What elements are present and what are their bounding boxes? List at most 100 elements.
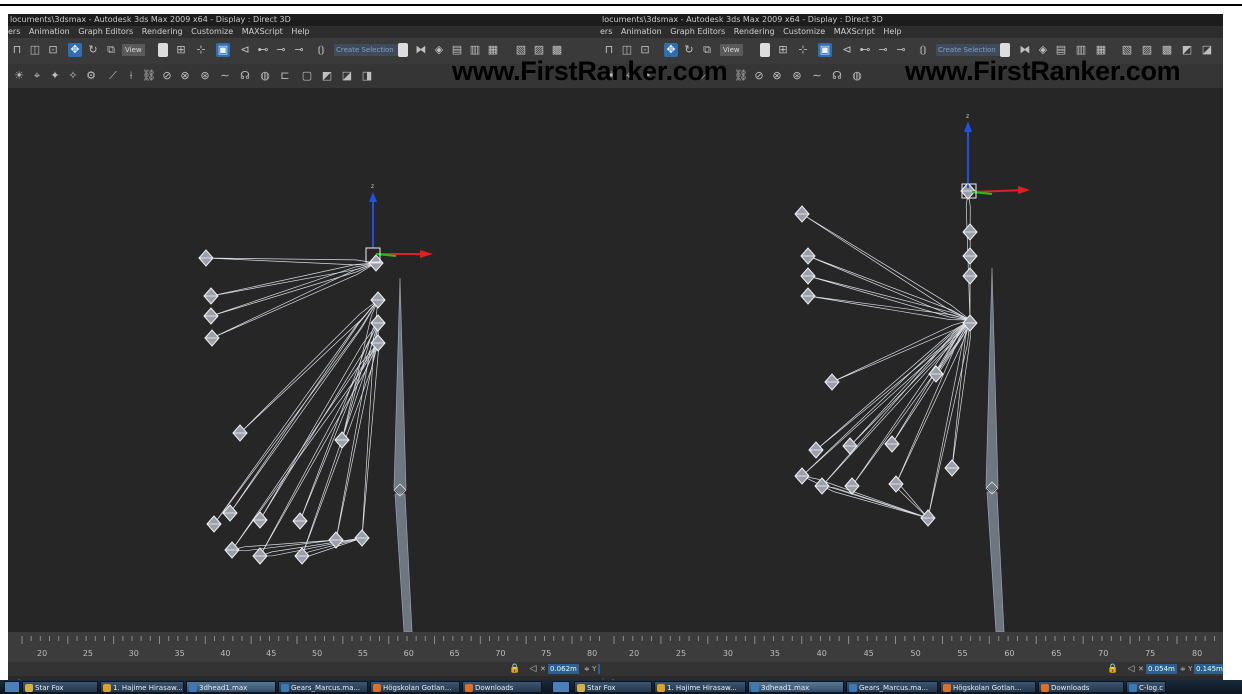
select-link-icon[interactable]: ⊓ bbox=[602, 43, 616, 57]
x-coordinate-field[interactable]: 0.062m bbox=[548, 664, 579, 674]
dropdown-arrow-icon[interactable] bbox=[158, 43, 168, 57]
render-frame-icon[interactable]: ◩ bbox=[1180, 43, 1194, 57]
named-selection-sets-input[interactable]: Create Selection Se bbox=[936, 44, 1000, 56]
pivot-icon[interactable]: ⊞ bbox=[174, 43, 188, 57]
edit-named-selection-icon[interactable]: ⊸ bbox=[274, 43, 288, 57]
schematic-view-icon[interactable]: ▧ bbox=[1120, 43, 1134, 57]
time-slider[interactable]: 20 25 30 35 40 45 50 55 60 65 70 75 80 bbox=[8, 632, 618, 662]
start-button[interactable] bbox=[552, 681, 570, 693]
hierarchy-icon[interactable]: ⊛ bbox=[790, 69, 804, 83]
curve-editor-icon[interactable]: ▦ bbox=[1094, 43, 1108, 57]
link-icon[interactable]: ⛓ bbox=[734, 69, 748, 83]
system-icon[interactable]: ⚙ bbox=[84, 69, 98, 83]
transform-type-in-icon[interactable]: ◁ bbox=[1124, 662, 1138, 676]
link-icon[interactable]: ⛓ bbox=[142, 69, 156, 83]
menu-item-maxscript[interactable]: MAXScript bbox=[834, 27, 875, 36]
percent-snap-icon[interactable]: ⊲ bbox=[238, 43, 252, 57]
schematic-view-icon[interactable]: ▧ bbox=[514, 43, 528, 57]
taskbar-button[interactable]: Star Fox bbox=[574, 681, 652, 693]
lock-icon[interactable]: 🔒 bbox=[1106, 662, 1120, 676]
edit-named-selection-icon[interactable]: ⊸ bbox=[876, 43, 890, 57]
menu-item-help[interactable]: Help bbox=[291, 27, 309, 36]
taskbar-button[interactable]: Downloads bbox=[462, 681, 542, 693]
percent-snap-icon[interactable]: ⊲ bbox=[840, 43, 854, 57]
select-region-icon[interactable]: ◫ bbox=[28, 43, 42, 57]
dropdown-arrow-icon[interactable] bbox=[1000, 43, 1010, 57]
taskbar-button[interactable]: Högskolan Gotlan... bbox=[370, 681, 460, 693]
taskbar-button[interactable]: 1. Hajime Hirasaw... bbox=[100, 681, 184, 693]
curly-braces-icon[interactable]: ⦅⦆ bbox=[314, 43, 328, 57]
layer-manager-icon[interactable]: ▤ bbox=[1054, 43, 1068, 57]
quick-render-icon[interactable]: ◪ bbox=[1200, 43, 1214, 57]
wave-icon[interactable]: ∼ bbox=[218, 69, 232, 83]
menu-item-customize[interactable]: Customize bbox=[191, 27, 233, 36]
mirror-icon[interactable]: ⧓ bbox=[414, 43, 428, 57]
perspective-viewport[interactable]: z bbox=[600, 88, 1223, 633]
layer-manager-icon[interactable]: ▤ bbox=[450, 43, 464, 57]
display-icon[interactable]: ◍ bbox=[850, 69, 864, 83]
mirror-icon[interactable]: ⧓ bbox=[1018, 43, 1032, 57]
pivot-icon[interactable]: ⊞ bbox=[776, 43, 790, 57]
menu-item-rendering[interactable]: Rendering bbox=[734, 27, 775, 36]
mirror-named-icon[interactable]: ⊸ bbox=[292, 43, 306, 57]
x-coordinate-field[interactable]: 0.054m bbox=[1146, 664, 1177, 674]
display-icon[interactable]: ◍ bbox=[258, 69, 272, 83]
menu-item-graph-editors[interactable]: Graph Editors bbox=[670, 27, 725, 36]
mirror-named-icon[interactable]: ⊸ bbox=[894, 43, 908, 57]
named-selection-sets-input[interactable]: Create Selection Se bbox=[334, 44, 398, 56]
select-link-icon[interactable]: ⊓ bbox=[10, 43, 24, 57]
graphite-icon[interactable]: ▥ bbox=[1074, 43, 1088, 57]
menu-item-animation[interactable]: Animation bbox=[29, 27, 70, 36]
transform-gizmo[interactable]: z bbox=[961, 113, 1030, 199]
snap-icon[interactable]: ⊹ bbox=[194, 43, 208, 57]
taskbar-button[interactable]: Högskolan Gotlan... bbox=[940, 681, 1036, 693]
reference-coordinate-dropdown[interactable]: View bbox=[122, 44, 145, 56]
transform-type-in-icon[interactable]: ◁ bbox=[526, 662, 540, 676]
menu-item-graph-editors[interactable]: Graph Editors bbox=[78, 27, 133, 36]
spinner-snap-icon[interactable]: ⊷ bbox=[858, 43, 872, 57]
render-setup-icon[interactable]: ▩ bbox=[1160, 43, 1174, 57]
taskbar-button[interactable]: Gears_Marcus.ma... bbox=[846, 681, 938, 693]
motion-icon[interactable]: ☊ bbox=[830, 69, 844, 83]
taskbar-button[interactable]: 3dhead1.max bbox=[186, 681, 276, 693]
taskbar-button[interactable]: 3dhead1.max bbox=[748, 681, 844, 693]
curve-editor-icon[interactable]: ▦ bbox=[486, 43, 500, 57]
align-icon[interactable]: ◈ bbox=[1036, 43, 1050, 57]
render-setup-icon[interactable]: ▩ bbox=[550, 43, 564, 57]
menu-item-help[interactable]: Help bbox=[883, 27, 901, 36]
ik-icon[interactable]: ⟊ bbox=[124, 69, 138, 83]
bind-icon[interactable]: ⊗ bbox=[178, 69, 192, 83]
helper-icon[interactable]: ✦ bbox=[48, 69, 62, 83]
taskbar-button[interactable]: Star Fox bbox=[22, 681, 98, 693]
material-editor-icon[interactable]: ▨ bbox=[1140, 43, 1154, 57]
bind-icon[interactable]: ⊗ bbox=[770, 69, 784, 83]
material-editor-icon[interactable]: ▨ bbox=[532, 43, 546, 57]
wave-icon[interactable]: ∼ bbox=[810, 69, 824, 83]
panel-icon[interactable]: ▢ bbox=[300, 69, 314, 83]
menu-item-views[interactable]: ers bbox=[8, 27, 20, 36]
unlink-icon[interactable]: ⊘ bbox=[752, 69, 766, 83]
window-crossing-icon[interactable]: ⊡ bbox=[46, 43, 60, 57]
transform-gizmo[interactable]: z bbox=[365, 183, 433, 263]
timeline-ruler[interactable]: 20 25 30 35 40 45 50 55 60 65 70 75 80 bbox=[600, 632, 1223, 662]
x-axis-arrow[interactable] bbox=[971, 189, 1027, 193]
rotate-icon[interactable]: ↻ bbox=[86, 43, 100, 57]
window-crossing-icon[interactable]: ⊡ bbox=[638, 43, 652, 57]
taskbar-button[interactable]: C-log.c bbox=[1126, 681, 1166, 693]
motion-icon[interactable]: ☊ bbox=[238, 69, 252, 83]
timeline-ruler[interactable]: 20 25 30 35 40 45 50 55 60 65 70 75 80 bbox=[8, 632, 618, 662]
select-region-icon[interactable]: ◫ bbox=[620, 43, 634, 57]
y-coordinate-field[interactable]: 0.145m bbox=[1194, 664, 1223, 674]
move-icon[interactable]: ✥ bbox=[664, 43, 678, 57]
active-shade-icon[interactable]: ◨ bbox=[360, 69, 374, 83]
quick-render-icon[interactable]: ◪ bbox=[340, 69, 354, 83]
taskbar-button[interactable]: Downloads bbox=[1038, 681, 1124, 693]
menu-item-rendering[interactable]: Rendering bbox=[142, 27, 183, 36]
start-button[interactable] bbox=[4, 681, 20, 693]
utilities-icon[interactable]: ⊏ bbox=[278, 69, 292, 83]
align-icon[interactable]: ◈ bbox=[432, 43, 446, 57]
menu-item-views[interactable]: ers bbox=[600, 27, 612, 36]
menu-item-animation[interactable]: Animation bbox=[621, 27, 662, 36]
rotate-icon[interactable]: ↻ bbox=[682, 43, 696, 57]
angle-snap-icon[interactable]: ▣ bbox=[818, 43, 832, 57]
